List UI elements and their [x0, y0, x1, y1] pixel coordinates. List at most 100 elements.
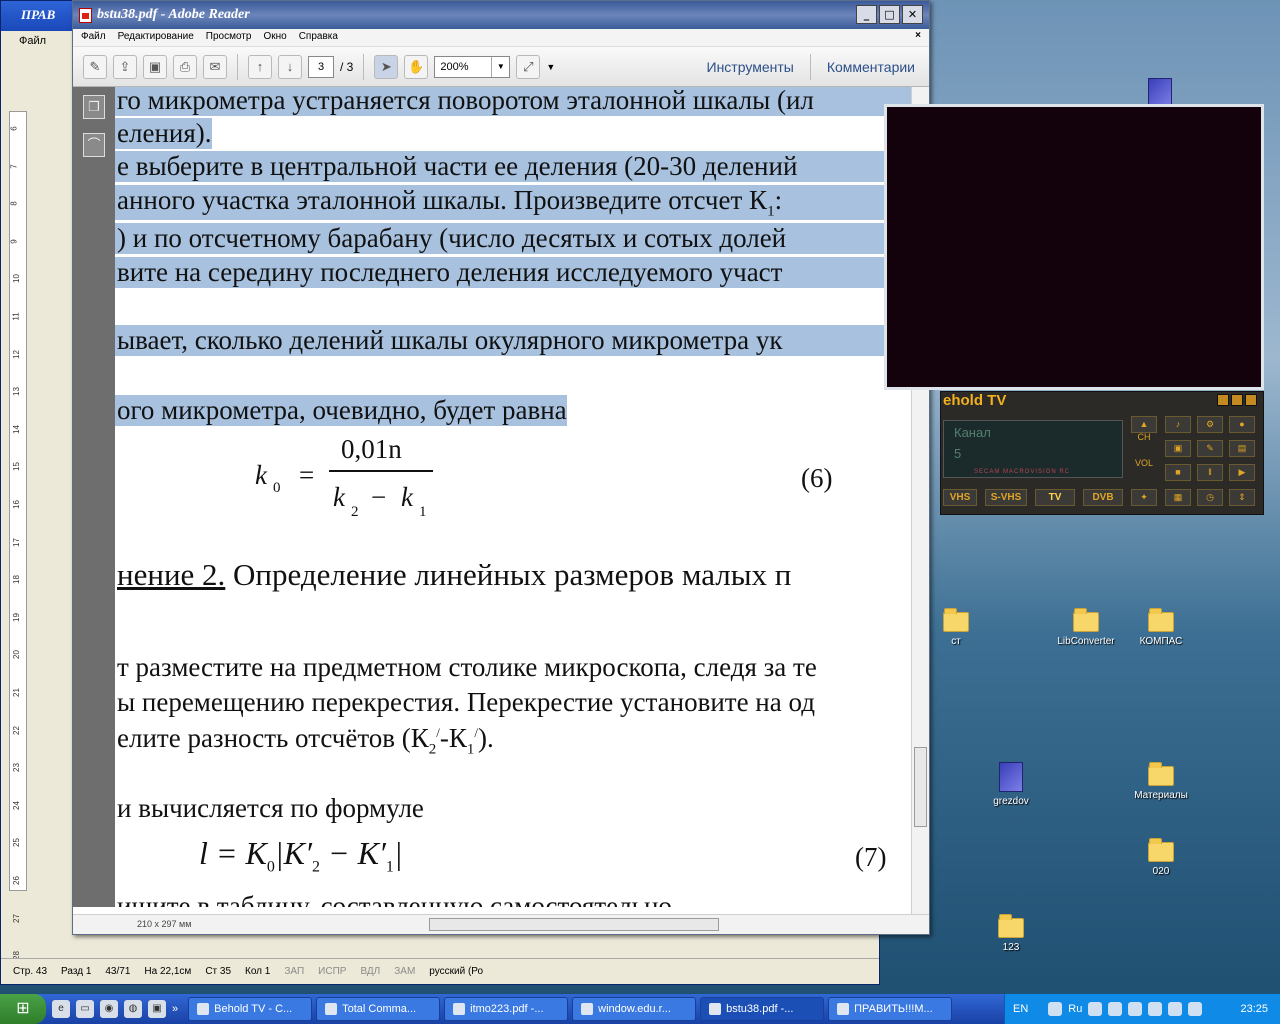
folder-icon[interactable]: ▤: [1229, 440, 1255, 457]
tv-lcd-tags: SECAM MACROVISION RC: [974, 469, 1071, 475]
task-bstu38-pdf[interactable]: bstu38.pdf -...: [700, 997, 825, 1021]
desktop-icon-kompas[interactable]: КОМПАС: [1123, 608, 1199, 647]
formula-7: l = K0|K′2 − K′1|: [199, 835, 403, 876]
adobe-reader-window[interactable]: bstu38.pdf - Adobe Reader _ □ ✕ Файл Ред…: [72, 0, 930, 935]
folder-icon: [1148, 838, 1174, 862]
scroll-thumb[interactable]: [914, 747, 927, 827]
close-button[interactable]: ✕: [902, 5, 923, 24]
clock-icon[interactable]: ◷: [1197, 489, 1223, 506]
open-icon[interactable]: ⇪: [113, 54, 137, 79]
desktop-icon-123[interactable]: 123: [973, 914, 1049, 953]
task-total-commander[interactable]: Total Comma...: [316, 997, 441, 1021]
menu-edit[interactable]: Редактирование: [118, 31, 194, 44]
menu-help[interactable]: Справка: [299, 31, 338, 44]
folder-icon: [943, 608, 969, 632]
pen-icon[interactable]: ✎: [1197, 440, 1223, 457]
close-document-button[interactable]: ×: [915, 30, 921, 41]
channel-label: CH: [1137, 432, 1151, 442]
word-menu-file[interactable]: Файл: [19, 35, 46, 47]
desktop-icon-materials[interactable]: Материалы: [1123, 762, 1199, 801]
fit-page-icon[interactable]: ⤢: [516, 54, 541, 79]
stop-icon[interactable]: ■: [1165, 464, 1191, 481]
status-trk[interactable]: ИСПР: [318, 966, 346, 977]
select-tool-icon[interactable]: ➤: [374, 54, 399, 79]
previous-page-icon[interactable]: ↑: [248, 54, 272, 79]
toolbar-more-icon[interactable]: ▼: [546, 62, 555, 72]
tray-icon[interactable]: [1108, 1002, 1123, 1016]
quicklaunch-app-icon[interactable]: ▣: [148, 1000, 166, 1018]
attachments-icon[interactable]: ⌒: [83, 133, 105, 157]
zoom-select[interactable]: 200% ▼: [434, 55, 511, 78]
tv-minimize-button[interactable]: [1231, 394, 1243, 406]
quicklaunch-chevron[interactable]: »: [172, 1003, 178, 1015]
tray-icon[interactable]: [1188, 1002, 1203, 1016]
pages-icon[interactable]: ❐: [83, 95, 105, 119]
snapshot-icon[interactable]: ▣: [1165, 440, 1191, 457]
source-vhs-button[interactable]: VHS: [943, 489, 977, 506]
task-window-edu[interactable]: window.edu.r...: [572, 997, 697, 1021]
task-behold-tv[interactable]: Behold TV - C...: [188, 997, 313, 1021]
tv-help-button[interactable]: [1217, 394, 1229, 406]
quicklaunch-desktop-icon[interactable]: ▭: [76, 1000, 94, 1018]
tv-icon: [197, 1003, 210, 1015]
save-icon[interactable]: ▦: [1165, 489, 1191, 506]
tray-icon[interactable]: [1128, 1002, 1143, 1016]
start-button[interactable]: ⊞: [0, 994, 46, 1024]
horizontal-scroll-thumb[interactable]: [429, 918, 719, 931]
quicklaunch-chrome-icon[interactable]: ◍: [124, 1000, 142, 1018]
pause-icon[interactable]: ‖: [1197, 464, 1223, 481]
email-icon[interactable]: ✉: [203, 54, 227, 79]
language-indicator-ru[interactable]: Ru: [1068, 1003, 1082, 1015]
record-icon[interactable]: ●: [1229, 416, 1255, 433]
status-language[interactable]: русский (Ро: [429, 966, 483, 977]
quicklaunch-firefox-icon[interactable]: ◉: [100, 1000, 118, 1018]
chevron-down-icon[interactable]: ▼: [491, 56, 509, 77]
comments-link[interactable]: Комментарии: [821, 59, 929, 75]
next-page-icon[interactable]: ↓: [278, 54, 302, 79]
quicklaunch-browser-icon[interactable]: e: [52, 1000, 70, 1018]
source-svhs-button[interactable]: S-VHS: [985, 489, 1027, 506]
tools-icon[interactable]: ✦: [1131, 489, 1157, 506]
page-number-input[interactable]: 3: [308, 55, 334, 78]
minimize-button[interactable]: _: [856, 5, 877, 24]
resize-icon[interactable]: ⇕: [1229, 489, 1255, 506]
task-word-document[interactable]: ПРАВИТЬ!!!М...: [828, 997, 953, 1021]
desktop-icon-grezdov[interactable]: grezdov: [973, 762, 1049, 807]
horizontal-scrollbar[interactable]: 210 x 297 мм: [73, 914, 929, 934]
source-tv-button[interactable]: TV: [1035, 489, 1075, 506]
print-icon[interactable]: ⎙: [173, 54, 197, 79]
save-icon[interactable]: ▣: [143, 54, 167, 79]
folder-icon: [1148, 608, 1174, 632]
formula-6: k 0 = 0,01n k 2 − k 1: [255, 432, 655, 532]
tools-link[interactable]: Инструменты: [701, 59, 800, 75]
status-ovr[interactable]: ЗАМ: [394, 966, 415, 977]
taskbar: ⊞ e ▭ ◉ ◍ ▣ » Behold TV - C... Total Com…: [0, 994, 1280, 1024]
tray-icon[interactable]: [1168, 1002, 1183, 1016]
tv-close-button[interactable]: [1245, 394, 1257, 406]
language-indicator[interactable]: EN: [1013, 1003, 1028, 1015]
menu-view[interactable]: Просмотр: [206, 31, 252, 44]
hand-tool-icon[interactable]: ✋: [404, 54, 429, 79]
menu-file[interactable]: Файл: [81, 31, 106, 44]
status-rec[interactable]: ЗАП: [284, 966, 304, 977]
desktop-icon-020[interactable]: 020: [1123, 838, 1199, 877]
desktop-icon-libconverter[interactable]: LibConverter: [1048, 608, 1124, 647]
task-itmo223-pdf[interactable]: itmo223.pdf -...: [444, 997, 569, 1021]
tv-control-panel[interactable]: ehold TV Канал 5 SECAM MACROVISION RC ▲ …: [940, 391, 1264, 515]
settings-icon[interactable]: ⚙: [1197, 416, 1223, 433]
menu-window[interactable]: Окно: [263, 31, 286, 44]
text-line: еления).: [115, 118, 212, 149]
status-ext[interactable]: ВДЛ: [360, 966, 380, 977]
tv-video-window[interactable]: [884, 104, 1264, 390]
tray-icon[interactable]: [1048, 1002, 1063, 1016]
source-dvb-button[interactable]: DVB: [1083, 489, 1123, 506]
reader-titlebar[interactable]: bstu38.pdf - Adobe Reader _ □ ✕: [73, 1, 929, 29]
tray-icon[interactable]: [1148, 1002, 1163, 1016]
tray-icon[interactable]: [1088, 1002, 1103, 1016]
status-section: Разд 1: [61, 966, 92, 977]
play-icon[interactable]: ▶: [1229, 464, 1255, 481]
maximize-button[interactable]: □: [879, 5, 900, 24]
speaker-icon[interactable]: ♪: [1165, 416, 1191, 433]
clock[interactable]: 23:25: [1240, 1003, 1268, 1015]
create-pdf-icon[interactable]: ✎: [83, 54, 107, 79]
